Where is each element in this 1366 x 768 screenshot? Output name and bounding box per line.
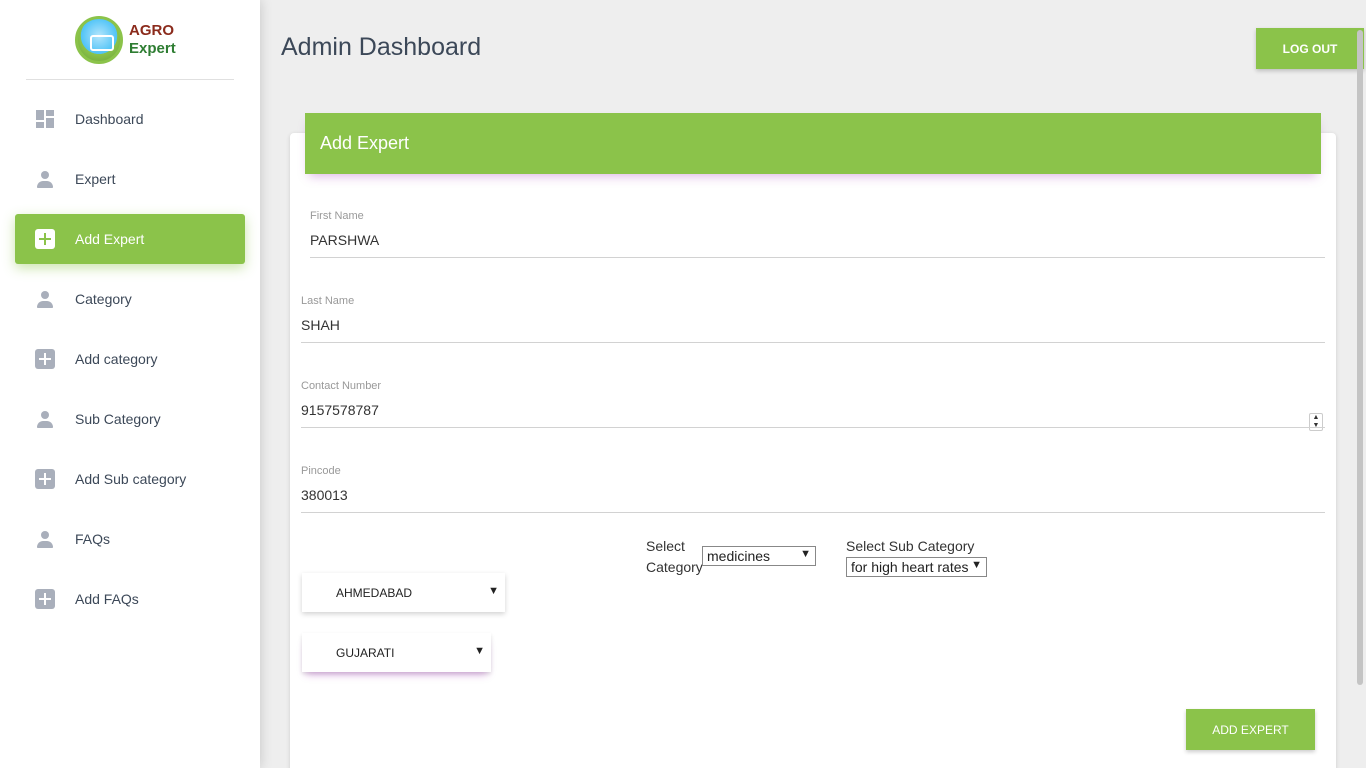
person-icon bbox=[35, 409, 55, 429]
sidebar-item-add-expert[interactable]: Add Expert bbox=[15, 214, 245, 264]
sidebar-item-dashboard[interactable]: Dashboard bbox=[15, 94, 245, 144]
input-underline bbox=[301, 512, 1325, 513]
logo-text-expert: Expert bbox=[129, 40, 176, 57]
sidebar-item-label: Dashboard bbox=[75, 111, 144, 127]
sidebar-divider bbox=[26, 79, 234, 80]
last-name-field[interactable]: Last Name SHAH bbox=[301, 295, 1325, 343]
tractor-logo-icon bbox=[75, 16, 123, 64]
sub-category-label: Select Sub Category bbox=[846, 538, 975, 554]
last-name-label: Last Name bbox=[301, 295, 355, 307]
sidebar-item-faqs[interactable]: FAQs bbox=[15, 514, 245, 564]
add-expert-button[interactable]: ADD EXPERT bbox=[1186, 709, 1315, 750]
dropdown-arrow-icon: ▼ bbox=[474, 645, 485, 657]
contact-number-input[interactable]: 9157578787 bbox=[301, 402, 1325, 418]
sidebar-item-sub-category[interactable]: Sub Category bbox=[15, 394, 245, 444]
sidebar-item-expert[interactable]: Expert bbox=[15, 154, 245, 204]
sidebar-item-label: FAQs bbox=[75, 531, 111, 547]
category-label-line1: Select bbox=[646, 538, 685, 554]
category-label: Select Category bbox=[646, 536, 703, 578]
input-underline bbox=[301, 427, 1325, 428]
input-underline bbox=[310, 257, 1325, 258]
person-icon bbox=[35, 289, 55, 309]
page-scrollbar[interactable] bbox=[1357, 30, 1363, 685]
add-box-icon bbox=[35, 469, 55, 489]
sidebar-item-category[interactable]: Category bbox=[15, 274, 245, 324]
sub-category-selected: for high heart rates bbox=[851, 559, 969, 575]
logout-button[interactable]: LOG OUT bbox=[1256, 28, 1364, 69]
dropdown-arrow-icon: ▼ bbox=[800, 548, 811, 560]
city-selected: AHMEDABAD bbox=[336, 585, 413, 600]
dashboard-icon bbox=[35, 109, 55, 129]
category-select[interactable]: medicines ▼ bbox=[702, 546, 816, 566]
contact-number-field[interactable]: Contact Number 9157578787 ▲ ▼ bbox=[301, 380, 1325, 431]
input-underline bbox=[301, 342, 1325, 343]
sidebar-item-label: Add category bbox=[75, 351, 158, 367]
contact-number-label: Contact Number bbox=[301, 380, 382, 392]
logo-text-agro: AGRO bbox=[129, 22, 174, 39]
pincode-field[interactable]: Pincode 380013 bbox=[301, 465, 1325, 513]
sidebar-item-label: Sub Category bbox=[75, 411, 161, 427]
first-name-input[interactable]: PARSHWA bbox=[310, 232, 1325, 248]
language-select[interactable]: GUJARATI ▼ bbox=[302, 633, 491, 672]
number-spinner-icon[interactable]: ▲ ▼ bbox=[1309, 413, 1323, 431]
app-logo[interactable]: AGRO Expert bbox=[75, 15, 185, 65]
add-box-icon bbox=[35, 229, 55, 249]
card-header: Add Expert bbox=[305, 113, 1321, 174]
first-name-field[interactable]: First Name PARSHWA bbox=[310, 210, 1325, 258]
sidebar-item-label: Expert bbox=[75, 171, 116, 187]
sidebar-item-label: Category bbox=[75, 291, 132, 307]
sidebar-item-label: Add FAQs bbox=[75, 591, 139, 607]
sidebar-item-add-category[interactable]: Add category bbox=[15, 334, 245, 384]
sub-category-select[interactable]: for high heart rates ▼ bbox=[846, 557, 987, 577]
sidebar-item-add-faqs[interactable]: Add FAQs bbox=[15, 574, 245, 624]
pincode-input[interactable]: 380013 bbox=[301, 487, 1325, 503]
sidebar-nav: Dashboard Expert Add Expert Category Add… bbox=[15, 94, 245, 634]
first-name-label: First Name bbox=[310, 210, 364, 222]
sidebar-item-label: Add Sub category bbox=[75, 471, 187, 487]
dropdown-arrow-icon: ▼ bbox=[488, 585, 499, 597]
category-label-line2: Category bbox=[646, 559, 703, 575]
pincode-label: Pincode bbox=[301, 465, 341, 477]
sidebar-item-label: Add Expert bbox=[75, 231, 145, 247]
city-select[interactable]: AHMEDABAD ▼ bbox=[302, 573, 505, 612]
add-box-icon bbox=[35, 349, 55, 369]
page-title: Admin Dashboard bbox=[281, 33, 482, 61]
person-icon bbox=[35, 169, 55, 189]
sidebar: AGRO Expert Dashboard Expert Add Expert bbox=[0, 0, 260, 768]
category-selected: medicines bbox=[707, 548, 771, 564]
last-name-input[interactable]: SHAH bbox=[301, 317, 1325, 333]
dropdown-arrow-icon: ▼ bbox=[971, 559, 982, 571]
add-box-icon bbox=[35, 589, 55, 609]
person-icon bbox=[35, 529, 55, 549]
language-selected: GUJARATI bbox=[336, 645, 395, 660]
sidebar-item-add-sub-category[interactable]: Add Sub category bbox=[15, 454, 245, 504]
